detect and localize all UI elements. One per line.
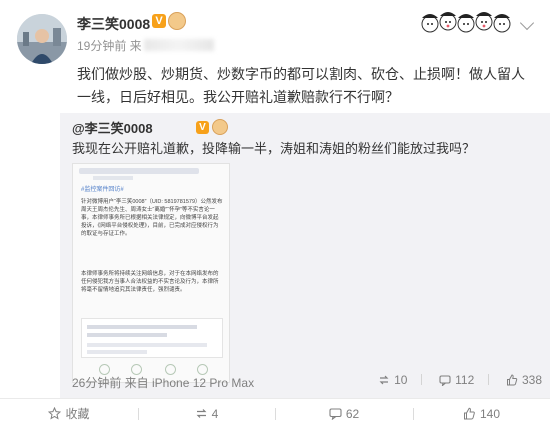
comment-icon [439,375,451,386]
more-options-chevron-down-icon[interactable] [519,15,535,31]
comment-count: 62 [345,407,360,421]
avatar[interactable] [17,14,67,64]
retweet-repost-button[interactable]: 10 [378,373,407,387]
cartoon-sticker-icon [418,6,518,40]
retweet-image[interactable]: #监控案件回访# 针对微博用户“李三笑0008”（UID: 5819781579… [72,163,230,383]
favorite-button[interactable]: 收藏 [0,399,138,428]
image-card-line [87,325,197,329]
repost-button[interactable]: 4 [138,399,275,428]
blurred-source [143,39,214,51]
image-embedded-card [81,318,223,358]
repost-icon [379,375,389,385]
image-hashtag: #监控案件回访# [81,187,124,193]
post-text: 我们做炒股、炒期货、炒数字币的都可以割肉、砍仓、止损啊！做人留人一线，日后好相见… [77,66,525,105]
retweet-comment-button[interactable]: 112 [439,373,474,387]
image-header-line [79,168,199,174]
like-count: 140 [479,407,501,421]
comment-icon [329,408,342,420]
weibo-post-card: 李三笑0008 V 19分钟前 来 我们做炒股、炒期货、炒数字币的都可以割肉、砍… [0,0,550,428]
retweet-like-count: 338 [521,373,542,387]
post-time[interactable]: 19分钟前 来 [77,39,142,53]
retweet-block[interactable]: @李三笑0008 V 我现在公开赔礼道歉，投降输一半，涛姐和涛姐的粉丝们能放过我… [60,113,550,398]
divider [420,374,422,385]
thumbs-up-icon [506,374,518,386]
image-card-line [87,343,207,347]
retweet-action-row: 10 112 338 [364,373,542,387]
retweet-comment-count: 112 [455,373,475,387]
comment-button[interactable]: 62 [275,399,413,428]
post-meta: 19分钟前 来 [77,37,214,54]
like-button[interactable]: 140 [413,399,550,428]
retweet-text: 我现在公开赔礼道歉，投降输一半，涛姐和涛姐的粉丝们能放过我吗？ [72,141,476,156]
retweet-meta: 26分钟前 来自 iPhone 12 Pro Max [72,376,255,390]
fan-badge-icon [168,12,186,30]
retweet-author[interactable]: @李三笑0008 [72,118,153,137]
retweet-like-button[interactable]: 338 [506,373,542,387]
image-paragraph-1: 针对微博用户“李三笑0008”（UID: 5819781579）公然发布周天王周… [81,199,223,237]
image-card-line [87,333,167,337]
retweet-fan-badge-icon [212,119,228,135]
favorite-label: 收藏 [65,407,90,421]
vip-badge-icon: V [152,14,166,28]
repost-count: 4 [211,407,219,421]
repost-icon [196,409,207,418]
retweet-vip-badge-icon: V [196,121,209,134]
post-action-bar: 收藏 4 62 140 [0,398,550,428]
author-name[interactable]: 李三笑0008 [77,14,150,34]
divider [487,374,489,385]
retweet-repost-count: 10 [394,373,408,387]
image-header-subline [93,176,133,180]
thumbs-up-icon [463,407,475,420]
image-card-line [87,350,147,354]
image-paragraph-2: 本律师事务所将持续关注网络信息，对于在本网络发布的任何侵犯我方当事人合法权益的不… [81,271,219,293]
star-icon [48,407,62,420]
